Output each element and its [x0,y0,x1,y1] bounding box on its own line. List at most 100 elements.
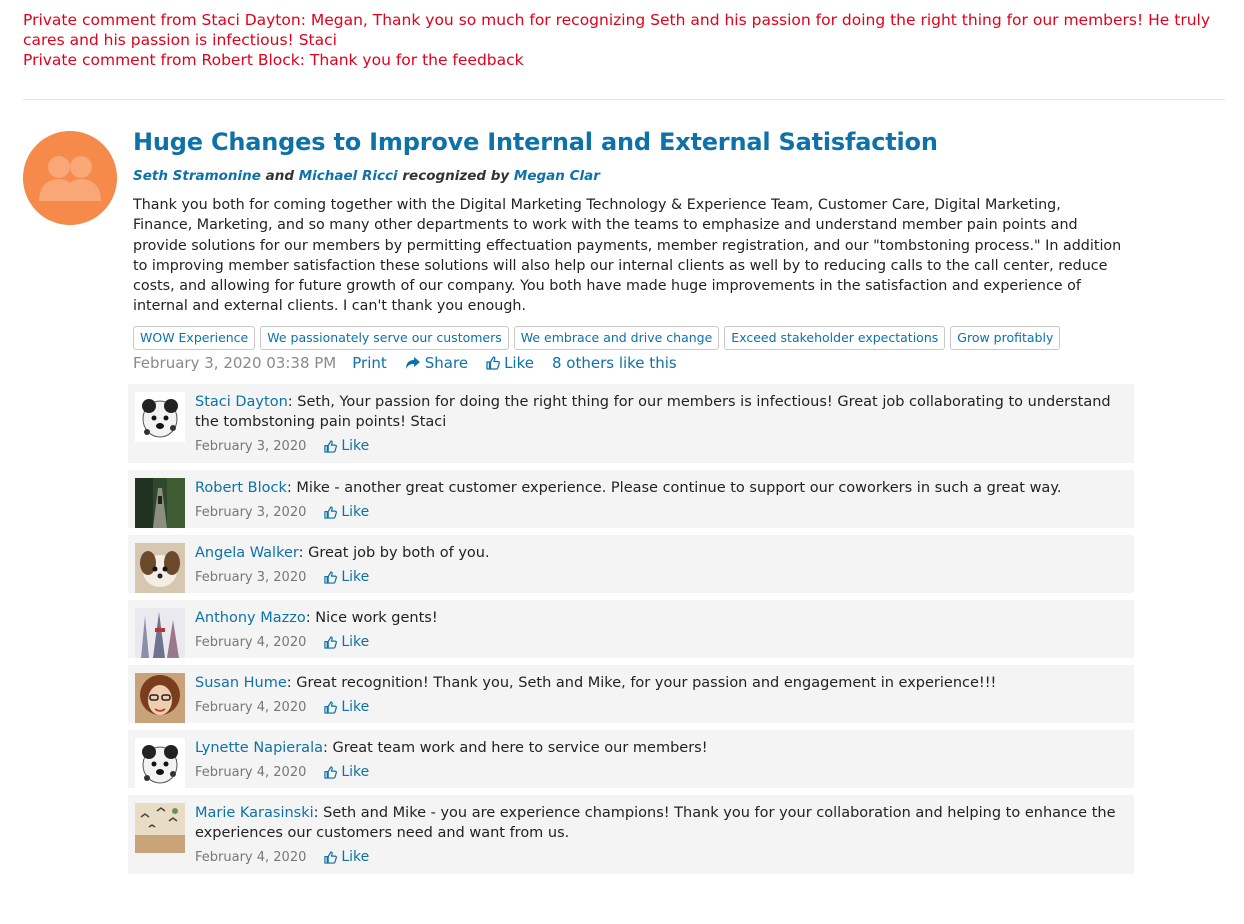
comment-date: February 4, 2020 [195,764,307,780]
comment-date: February 3, 2020 [195,569,307,585]
comment-text: Susan Hume: Great recognition! Thank you… [195,673,1124,693]
comment-text: Angela Walker: Great job by both of you. [195,543,1124,563]
commenter-name[interactable]: Anthony Mazzo [195,610,306,626]
comment-date: February 3, 2020 [195,438,307,454]
share-arrow-icon [405,357,420,369]
avatar[interactable] [135,803,185,853]
comment-like-button[interactable]: Like [324,699,369,715]
thumbs-up-icon [324,850,338,864]
commenter-name[interactable]: Susan Hume [195,675,287,691]
comment-meta: February 4, 2020 Like [195,849,1124,865]
print-label: Print [352,354,387,372]
comment-date: February 4, 2020 [195,849,307,865]
comment-like-button[interactable]: Like [324,634,369,650]
print-button[interactable]: Print [352,354,387,372]
byline-and: and [265,168,295,184]
comment-body: : Seth, Your passion for doing the right… [195,394,1111,430]
group-avatar-icon [23,131,117,225]
post-date: February 3, 2020 03:38 PM [133,354,337,372]
comment-body: : Great team work and here to service ou… [323,740,708,756]
comment-like-button[interactable]: Like [324,849,369,865]
tag[interactable]: Exceed stakeholder expectations [724,326,946,350]
comment-like-button[interactable]: Like [324,438,369,454]
post-meta: February 3, 2020 03:38 PM Print Share Li… [133,354,695,372]
comment-item: Staci Dayton: Seth, Your passion for doi… [128,384,1134,464]
comment-like-label: Like [341,438,370,454]
byline-recognized-by: recognized by [402,168,510,184]
comment-like-label: Like [341,849,370,865]
likes-summary-link[interactable]: 8 others like this [552,354,677,372]
thumbs-up-icon [324,635,338,649]
comment-body: : Mike - another great customer experien… [286,480,1062,496]
comment-item: Anthony Mazzo: Nice work gents! February… [128,600,1134,659]
avatar[interactable] [135,478,185,528]
comment-meta: February 4, 2020 Like [195,699,1124,715]
thumbs-up-icon [324,505,338,519]
comment-text: Staci Dayton: Seth, Your passion for doi… [195,392,1124,432]
tag[interactable]: We passionately serve our customers [260,326,509,350]
thumbs-up-icon [486,356,500,370]
comment-like-label: Like [341,569,370,585]
comment-like-button[interactable]: Like [324,764,369,780]
recipient-link[interactable]: Michael Ricci [299,168,398,184]
private-comments: Private comment from Staci Dayton: Megan… [23,10,1223,70]
comment-text: Robert Block: Mike - another great custo… [195,478,1124,498]
like-label: Like [504,354,534,372]
comment-meta: February 3, 2020 Like [195,569,1124,585]
comment-item: Robert Block: Mike - another great custo… [128,470,1134,529]
comment-body: : Great job by both of you. [298,545,490,561]
comment-like-label: Like [341,699,370,715]
comment-date: February 4, 2020 [195,699,307,715]
comment-text: Lynette Napierala: Great team work and h… [195,738,1124,758]
comment-item: Susan Hume: Great recognition! Thank you… [128,665,1134,724]
comment-date: February 4, 2020 [195,634,307,650]
comment-body: : Seth and Mike - you are experience cha… [195,805,1116,841]
comment-body: : Nice work gents! [305,610,438,626]
comment-like-button[interactable]: Like [324,504,369,520]
avatar[interactable] [135,608,185,658]
recipient-link[interactable]: Seth Stramonine [133,168,261,184]
avatar[interactable] [135,738,185,788]
comment-meta: February 3, 2020 Like [195,504,1124,520]
tag[interactable]: Grow profitably [950,326,1061,350]
commenter-name[interactable]: Staci Dayton [195,394,288,410]
avatar[interactable] [135,543,185,593]
comment-meta: February 4, 2020 Like [195,634,1124,650]
comment-date: February 3, 2020 [195,504,307,520]
share-label: Share [424,354,469,372]
comment-like-label: Like [341,634,370,650]
commenter-name[interactable]: Marie Karasinski [195,805,314,821]
byline: Seth Stramonine and Michael Ricci recogn… [133,168,600,184]
avatar[interactable] [135,673,185,723]
comment-item: Marie Karasinski: Seth and Mike - you ar… [128,795,1134,875]
comment-item: Lynette Napierala: Great team work and h… [128,730,1134,789]
comment-meta: February 4, 2020 Like [195,764,1124,780]
thumbs-up-icon [324,570,338,584]
share-button[interactable]: Share [405,354,468,372]
private-comment: Private comment from Robert Block: Thank… [23,51,524,69]
comment-item: Angela Walker: Great job by both of you.… [128,535,1134,594]
comment-list: Staci Dayton: Seth, Your passion for doi… [128,384,1134,881]
tag[interactable]: We embrace and drive change [513,326,720,350]
post-title[interactable]: Huge Changes to Improve Internal and Ext… [133,128,938,156]
divider [23,99,1225,100]
avatar[interactable] [135,392,185,442]
tag-list: WOW Experience We passionately serve our… [133,326,1061,350]
commenter-name[interactable]: Angela Walker [195,545,299,561]
thumbs-up-icon [324,765,338,779]
comment-body: : Great recognition! Thank you, Seth and… [286,675,997,691]
recognizer-link[interactable]: Megan Clar [514,168,600,184]
comment-like-label: Like [341,504,370,520]
comment-like-label: Like [341,764,370,780]
private-comment: Private comment from Staci Dayton: Megan… [23,11,1211,49]
commenter-name[interactable]: Lynette Napierala [195,740,323,756]
like-button[interactable]: Like [486,354,534,372]
tag[interactable]: WOW Experience [133,326,256,350]
comment-text: Anthony Mazzo: Nice work gents! [195,608,1124,628]
comment-like-button[interactable]: Like [324,569,369,585]
thumbs-up-icon [324,700,338,714]
commenter-name[interactable]: Robert Block [195,480,287,496]
comment-text: Marie Karasinski: Seth and Mike - you ar… [195,803,1124,843]
post-body: Thank you both for coming together with … [133,197,1122,315]
comment-meta: February 3, 2020 Like [195,438,1124,454]
